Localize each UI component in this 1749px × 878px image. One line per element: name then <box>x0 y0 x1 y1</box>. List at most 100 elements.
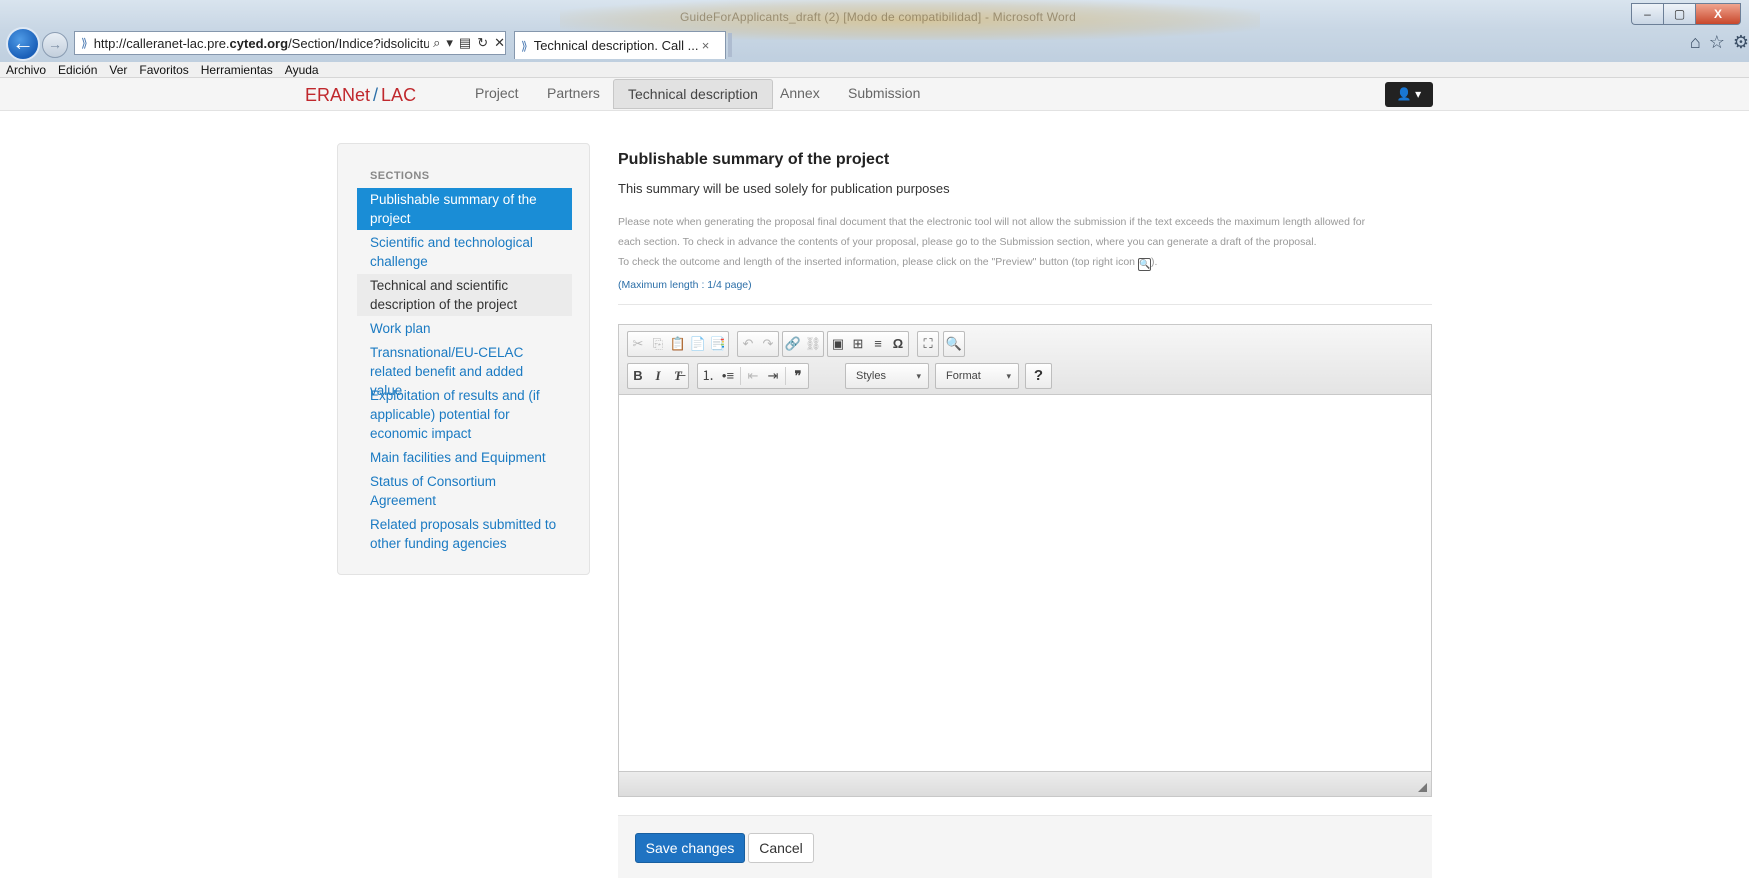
editor-text-area[interactable] <box>619 396 1431 771</box>
editor-footer <box>619 771 1431 796</box>
sidebar-item-consortium-agreement[interactable]: Status of Consortium Agreement <box>357 470 572 512</box>
menu-favoritos[interactable]: Favoritos <box>139 63 188 77</box>
browser-menubar: Archivo Edición Ver Favoritos Herramient… <box>0 62 1749 78</box>
clipboard-group: ✂ ⎘ 📋 📄 📑 <box>627 331 729 357</box>
home-icon[interactable]: ⌂ <box>1690 32 1701 53</box>
styles-dropdown[interactable]: Styles ▾ <box>845 363 929 389</box>
user-menu-button[interactable]: 👤 ▾ <box>1385 82 1433 107</box>
chevron-down-icon: ▾ <box>1006 371 1011 381</box>
sidebar-item-related-proposals[interactable]: Related proposals submitted to other fun… <box>357 513 572 555</box>
maximize-button[interactable]: ▢ <box>1663 3 1695 25</box>
horizontal-rule-icon[interactable]: ≡ <box>868 332 888 356</box>
remove-format-icon[interactable]: T̶ <box>668 364 688 388</box>
blockquote-icon[interactable]: ❞ <box>788 364 808 388</box>
divider <box>618 304 1432 305</box>
page-subtitle: This summary will be used solely for pub… <box>618 181 950 196</box>
browser-toolbar-icons: ⌂ ☆ ⚙ <box>1690 32 1749 53</box>
max-length-note: (Maximum length : 1/4 page) <box>618 279 752 291</box>
resize-handle[interactable] <box>1418 783 1427 792</box>
save-changes-button[interactable]: Save changes <box>635 833 745 863</box>
format-dropdown[interactable]: Format ▾ <box>935 363 1019 389</box>
menu-archivo[interactable]: Archivo <box>6 63 46 77</box>
maximize-icon[interactable]: ⛶ <box>918 332 938 356</box>
outdent-icon[interactable]: ⇤ <box>743 364 763 388</box>
sidebar-item-exploitation-results[interactable]: Exploitation of results and (if applicab… <box>357 384 572 445</box>
paste-text-icon[interactable]: 📄 <box>688 332 708 356</box>
indent-icon[interactable]: ⇥ <box>763 364 783 388</box>
brand-logo[interactable]: ERANet / LAC <box>305 85 416 106</box>
nav-tab-project[interactable]: Project <box>461 78 533 110</box>
sections-sidebar: SECTIONS Publishable summary of the proj… <box>337 143 590 575</box>
address-bar[interactable]: ⟫ http://calleranet-lac.pre.cyted.org/Se… <box>74 31 506 55</box>
settings-gear-icon[interactable]: ⚙ <box>1733 32 1749 53</box>
bulleted-list-icon[interactable]: •≡ <box>718 364 738 388</box>
page-icon: ⟫ <box>81 36 88 50</box>
back-arrow-icon[interactable]: ← <box>6 27 40 61</box>
redo-icon[interactable]: ↷ <box>758 332 778 356</box>
sidebar-item-scientific-challenge[interactable]: Scientific and technological challenge <box>357 231 572 273</box>
bold-icon[interactable]: B <box>628 364 648 388</box>
cut-icon[interactable]: ✂ <box>628 332 648 356</box>
menu-herramientas[interactable]: Herramientas <box>201 63 273 77</box>
nav-tab-technical-description[interactable]: Technical description <box>613 79 773 109</box>
sidebar-item-facilities-equipment[interactable]: Main facilities and Equipment <box>357 446 572 469</box>
link-icon[interactable]: 🔗 <box>783 332 803 356</box>
new-tab-button[interactable] <box>728 33 732 57</box>
window-title: GuideForApplicants_draft (2) [Modo de co… <box>680 10 1076 24</box>
dropdown-icon[interactable]: ▾ <box>446 35 453 51</box>
special-char-icon[interactable]: Ω <box>888 332 908 356</box>
image-icon[interactable]: ▣ <box>828 332 848 356</box>
page-title: Publishable summary of the project <box>618 151 890 168</box>
paste-word-icon[interactable]: 📑 <box>708 332 728 356</box>
copy-icon[interactable]: ⎘ <box>648 332 668 356</box>
submission-notice: Please note when generating the proposal… <box>618 216 1366 271</box>
tab-title: Technical description. Call ... <box>533 38 698 53</box>
list-group: ⒈ •≡ ⇤ ⇥ ❞ <box>697 363 809 389</box>
help-button[interactable]: ? <box>1025 363 1052 389</box>
insert-group: ▣ ⊞ ≡ Ω <box>827 331 909 357</box>
paste-icon[interactable]: 📋 <box>668 332 688 356</box>
rich-text-editor: ✂ ⎘ 📋 📄 📑 ↶ ↷ 🔗 ⛓ ▣ ⊞ ≡ Ω ⛶ 🔍 B I T̶ ⒈ •… <box>618 324 1432 797</box>
chevron-down-icon: ▾ <box>916 371 921 381</box>
unlink-icon[interactable]: ⛓ <box>803 332 823 356</box>
menu-ayuda[interactable]: Ayuda <box>285 63 319 77</box>
app-navbar: ERANet / LAC Project Partners Technical de… <box>0 78 1749 111</box>
editor-toolbar: ✂ ⎘ 📋 📄 📑 ↶ ↷ 🔗 ⛓ ▣ ⊞ ≡ Ω ⛶ 🔍 B I T̶ ⒈ •… <box>619 325 1431 395</box>
tab-close-icon[interactable]: × <box>702 38 710 53</box>
undo-icon[interactable]: ↶ <box>738 332 758 356</box>
close-window-button[interactable]: X <box>1695 3 1741 25</box>
nav-tab-annex[interactable]: Annex <box>766 78 834 110</box>
refresh-icon[interactable]: ↻ <box>477 35 488 51</box>
nav-tab-partners[interactable]: Partners <box>533 78 614 110</box>
menu-ver[interactable]: Ver <box>109 63 127 77</box>
search-icon[interactable]: ⌕ <box>433 35 440 51</box>
favorites-star-icon[interactable]: ☆ <box>1709 32 1725 53</box>
forward-arrow-icon[interactable]: → <box>42 32 68 58</box>
url-text: http://calleranet-lac.pre.cyted.org/Sect… <box>93 35 430 51</box>
table-icon[interactable]: ⊞ <box>848 332 868 356</box>
preview-icon: 🔍 <box>1138 258 1151 271</box>
basic-styles-group: B I T̶ <box>627 363 689 389</box>
undo-group: ↶ ↷ <box>737 331 779 357</box>
sidebar-item-technical-description[interactable]: Technical and scientific description of … <box>357 274 572 316</box>
browser-tab[interactable]: ⟫ Technical description. Call ... × <box>514 31 726 59</box>
preview-group: 🔍 <box>943 331 965 357</box>
italic-icon[interactable]: I <box>648 364 668 388</box>
form-actions: Save changes Cancel <box>618 815 1432 878</box>
menu-edicion[interactable]: Edición <box>58 63 97 77</box>
window-controls: – ▢ X <box>1631 3 1741 25</box>
maximize-group: ⛶ <box>917 331 939 357</box>
cancel-button[interactable]: Cancel <box>748 833 814 863</box>
sidebar-item-publishable-summary[interactable]: Publishable summary of the project <box>357 188 572 230</box>
compat-view-icon[interactable]: ▤ <box>459 35 471 51</box>
minimize-button[interactable]: – <box>1631 3 1663 25</box>
sidebar-item-work-plan[interactable]: Work plan <box>357 317 572 340</box>
preview-button-icon[interactable]: 🔍 <box>944 332 964 356</box>
nav-tab-submission[interactable]: Submission <box>834 78 934 110</box>
tab-page-icon: ⟫ <box>521 38 528 53</box>
numbered-list-icon[interactable]: ⒈ <box>698 364 718 388</box>
stop-icon[interactable]: ✕ <box>494 35 505 51</box>
link-group: 🔗 ⛓ <box>782 331 824 357</box>
sidebar-title: SECTIONS <box>370 170 430 182</box>
browser-titlebar: GuideForApplicants_draft (2) [Modo de co… <box>0 0 1749 62</box>
